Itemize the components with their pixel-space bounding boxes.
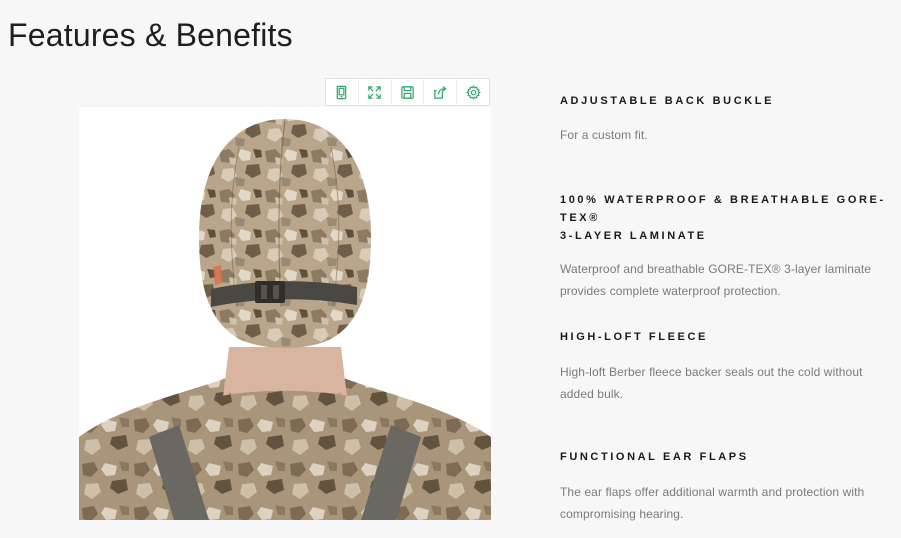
feature-title: ADJUSTABLE BACK BUCKLE [560,95,775,107]
feature-title: 100% WATERPROOF & BREATHABLE GORE-TEX® 3… [560,191,890,245]
feature-title: FUNCTIONAL EAR FLAPS [560,451,749,463]
feature-description-line: provides complete waterproof protection. [560,284,781,298]
share-button[interactable] [424,79,458,105]
feature-item: ADJUSTABLE BACK BUCKLE For a custom fit. [560,92,890,146]
settings-button[interactable] [457,79,489,105]
feature-description: High-loft Berber fleece backer seals out… [560,361,890,405]
page-title: Features & Benefits [8,17,293,54]
product-image [79,107,491,520]
feature-title: HIGH-LOFT FLEECE [560,331,708,343]
gear-icon [465,84,481,100]
feature-description: Waterproof and breathable GORE-TEX® 3-la… [560,258,890,302]
image-toolbar [325,78,490,106]
fullscreen-button[interactable] [359,79,392,105]
share-icon [434,85,447,99]
feature-description: The ear flaps offer additional warmth an… [560,481,890,525]
save-icon [401,85,414,99]
feature-title-line: 100% WATERPROOF & BREATHABLE GORE-TEX® [560,194,886,224]
camo-beanie-illustration [79,107,491,520]
feature-description-line: The ear flaps offer additional warmth an… [560,485,865,499]
tablet-view-button[interactable] [326,79,359,105]
expand-icon [368,85,381,99]
feature-title-line: 3-LAYER LAMINATE [560,230,707,242]
save-button[interactable] [392,79,425,105]
feature-description-line: compromising hearing. [560,507,684,521]
feature-description-line: Waterproof and breathable GORE-TEX® 3-la… [560,262,872,276]
feature-description-line: added bulk. [560,387,624,401]
tablet-icon [337,85,347,99]
feature-item: HIGH-LOFT FLEECE High-loft Berber fleece… [560,328,890,405]
feature-description-line: High-loft Berber fleece backer seals out… [560,365,863,379]
feature-description: For a custom fit. [560,128,648,142]
feature-item: 100% WATERPROOF & BREATHABLE GORE-TEX® 3… [560,191,890,302]
feature-item: FUNCTIONAL EAR FLAPS The ear flaps offer… [560,448,890,525]
